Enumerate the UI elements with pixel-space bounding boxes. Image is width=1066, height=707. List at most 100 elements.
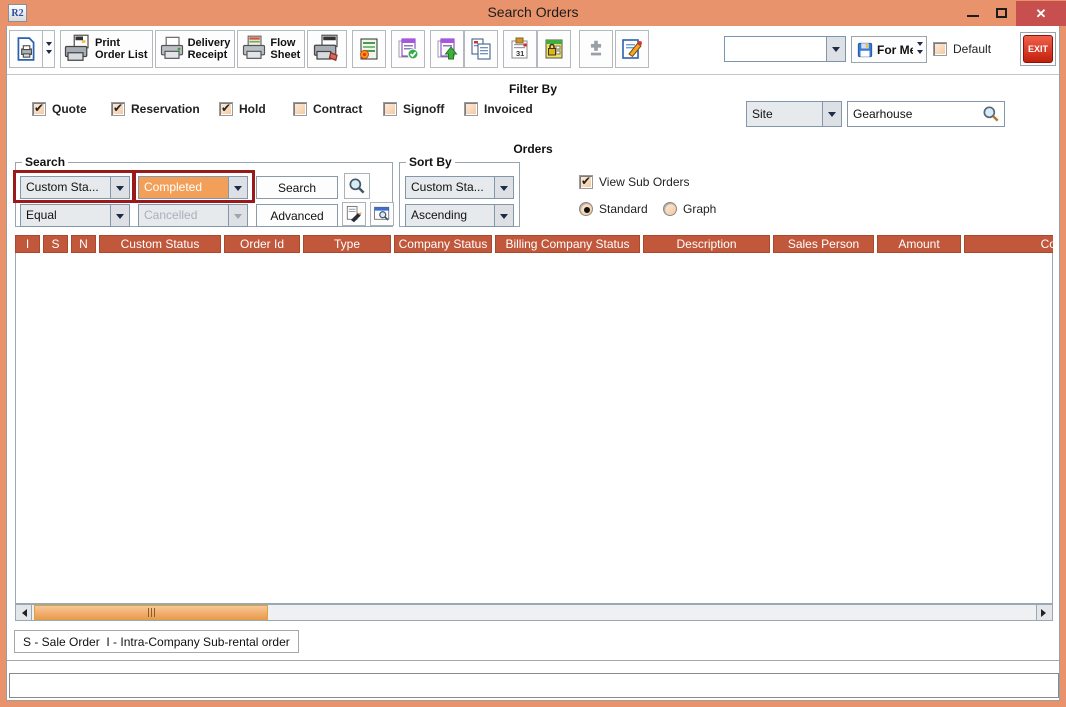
delivery-receipt-button[interactable]: Delivery Receipt <box>155 30 236 68</box>
search-criteria-combo[interactable]: Completed <box>138 176 248 199</box>
scrollbar-thumb[interactable] <box>34 605 268 620</box>
column-header-billing-company-status[interactable]: Billing Company Status <box>495 235 640 253</box>
upload-order-button[interactable] <box>430 30 464 68</box>
sort-direction-combo[interactable]: Ascending <box>405 204 514 227</box>
default-checkbox[interactable]: Default <box>933 42 991 56</box>
checkbox-contract[interactable]: Contract <box>293 102 362 116</box>
order-type-legend: S - Sale Order I - Intra-Company Sub-ren… <box>14 630 299 653</box>
maximize-button[interactable] <box>987 0 1016 26</box>
graph-radio[interactable]: Graph <box>663 202 716 216</box>
exit-button[interactable]: EXIT <box>1023 35 1053 63</box>
view-sub-orders-checkbox[interactable]: View Sub Orders <box>579 175 690 189</box>
scrollbar-track[interactable] <box>32 605 1036 620</box>
checkbox-label: Default <box>953 42 991 56</box>
add-button[interactable] <box>579 30 613 68</box>
print-preview-icon <box>13 36 39 62</box>
scroll-right-button[interactable] <box>1036 605 1052 620</box>
site-search-input[interactable]: Gearhouse <box>847 101 1005 127</box>
print-order-list-button[interactable]: Print Order List <box>60 30 153 68</box>
security-button[interactable] <box>537 30 571 68</box>
chevron-down-icon[interactable] <box>110 205 129 226</box>
horizontal-scrollbar[interactable] <box>15 604 1053 621</box>
column-header-i[interactable]: I <box>15 235 40 253</box>
chevron-down-icon <box>46 42 52 49</box>
quick-search-button[interactable] <box>344 173 370 199</box>
minimize-button[interactable] <box>958 0 987 26</box>
checkbox-reservation[interactable]: Reservation <box>111 102 200 116</box>
checkbox-label: Reservation <box>131 102 200 116</box>
standard-radio[interactable]: Standard <box>579 202 648 216</box>
checkbox-hold[interactable]: Hold <box>219 102 266 116</box>
search-window-button[interactable] <box>370 202 394 226</box>
combo-value: Custom Sta... <box>406 177 494 198</box>
search-icon[interactable] <box>981 104 1001 124</box>
chevron-down-icon <box>46 50 52 57</box>
minimize-icon <box>967 15 979 17</box>
chevron-down-icon[interactable] <box>826 37 845 61</box>
chevron-down-icon[interactable] <box>494 177 513 198</box>
checkbox-box <box>579 175 593 189</box>
checkbox-box <box>293 102 307 116</box>
checkbox-box <box>219 102 233 116</box>
window-content: Print Order List Delivery Receipt <box>6 26 1060 701</box>
print-options-dropdown[interactable] <box>43 30 55 68</box>
svg-text:31: 31 <box>516 49 524 58</box>
chevron-down-icon[interactable] <box>228 177 247 198</box>
checkbox-box <box>933 42 947 56</box>
column-header-custom-status[interactable]: Custom Status <box>99 235 221 253</box>
search-icon <box>347 176 367 196</box>
search-orders-window: R2 Search Orders ✕ <box>0 0 1066 707</box>
chevron-down-icon <box>917 42 923 49</box>
site-combo[interactable]: Site <box>746 101 842 127</box>
column-header-company[interactable]: Company <box>964 235 1053 253</box>
chevron-down-icon[interactable] <box>494 205 513 226</box>
checkbox-invoiced[interactable]: Invoiced <box>464 102 533 116</box>
exit-button-frame: EXIT <box>1020 32 1056 66</box>
filter-report-icon <box>345 205 363 223</box>
sort-field-combo[interactable]: Custom Sta... <box>405 176 514 199</box>
column-header-n[interactable]: N <box>71 235 96 253</box>
batch-printer-icon <box>63 34 93 64</box>
column-header-sales-person[interactable]: Sales Person <box>773 235 874 253</box>
column-header-type[interactable]: Type <box>303 235 391 253</box>
flow-sheet-button[interactable]: Flow Sheet <box>237 30 305 68</box>
site-combo-value: Site <box>747 102 822 126</box>
for-me-label: For Me <box>877 43 916 57</box>
advanced-filter-button[interactable] <box>342 202 366 226</box>
table-body[interactable] <box>15 253 1053 604</box>
chevron-down-icon[interactable] <box>822 102 841 126</box>
saved-view-value <box>725 37 826 61</box>
combo-value: Ascending <box>406 205 494 226</box>
new-order-button[interactable] <box>352 30 386 68</box>
confirm-order-button[interactable] <box>391 30 425 68</box>
pick-list-button[interactable] <box>307 30 347 68</box>
search-operator-combo[interactable]: Equal <box>20 204 130 227</box>
print-button[interactable] <box>9 30 43 68</box>
search-field-combo[interactable]: Custom Sta... <box>20 176 130 199</box>
close-button[interactable]: ✕ <box>1016 1 1066 26</box>
column-header-amount[interactable]: Amount <box>877 235 961 253</box>
checkbox-signoff[interactable]: Signoff <box>383 102 444 116</box>
column-header-description[interactable]: Description <box>643 235 770 253</box>
checkbox-quote[interactable]: Quote <box>32 102 87 116</box>
printer-icon <box>158 35 186 63</box>
column-header-company-status[interactable]: Company Status <box>394 235 492 253</box>
advanced-button[interactable]: Advanced <box>256 204 338 227</box>
search-button[interactable]: Search <box>256 176 338 199</box>
floppy-disk-icon <box>856 41 874 59</box>
checkbox-label: Signoff <box>403 102 444 116</box>
for-me-options-dropdown[interactable] <box>913 36 927 63</box>
save-for-me-button[interactable]: For Me <box>851 36 921 63</box>
edit-button[interactable] <box>615 30 649 68</box>
scroll-left-button[interactable] <box>16 605 32 620</box>
edit-document-icon <box>620 37 644 61</box>
chevron-down-icon[interactable] <box>110 177 129 198</box>
plus-minus-icon <box>585 38 607 60</box>
saved-view-combo[interactable] <box>724 36 846 62</box>
copy-order-button[interactable] <box>464 30 498 68</box>
column-header-order-id[interactable]: Order Id <box>224 235 300 253</box>
column-header-s[interactable]: S <box>43 235 68 253</box>
calendar-icon: 31 <box>508 37 532 61</box>
calendar-button[interactable]: 31 <box>503 30 537 68</box>
green-document-icon <box>357 37 381 61</box>
